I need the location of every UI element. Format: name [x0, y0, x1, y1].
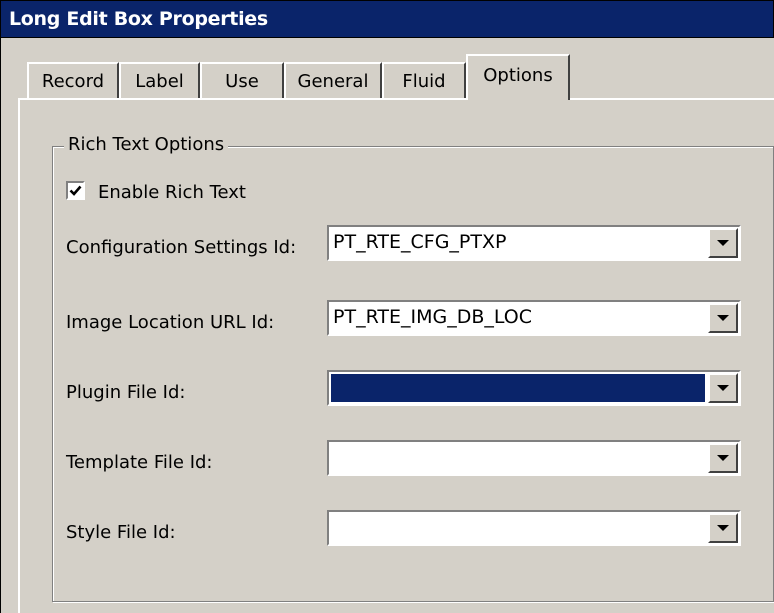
configuration-settings-dropdown[interactable]: PT_RTE_CFG_PTXP [327, 225, 741, 261]
combo-value: PT_RTE_IMG_DB_LOC [333, 306, 533, 328]
combo-value [331, 444, 705, 472]
tab-general[interactable]: General [284, 62, 382, 98]
chevron-down-icon [717, 455, 729, 461]
image-location-url-dropdown[interactable]: PT_RTE_IMG_DB_LOC [327, 300, 741, 336]
chevron-down-icon [717, 240, 729, 246]
dropdown-button[interactable] [708, 513, 738, 543]
plugin-file-label: Plugin File Id: [66, 382, 186, 403]
dropdown-button[interactable] [708, 228, 738, 258]
tab-use[interactable]: Use [200, 62, 284, 98]
tab-label[interactable]: Label [119, 62, 200, 98]
window-titlebar[interactable]: Long Edit Box Properties [0, 0, 774, 38]
template-file-dropdown[interactable] [327, 440, 741, 476]
dropdown-button[interactable] [708, 303, 738, 333]
group-title: Rich Text Options [64, 134, 229, 155]
combo-value: PT_RTE_CFG_PTXP [333, 231, 507, 253]
enable-rich-text-label[interactable]: Enable Rich Text [98, 182, 246, 203]
combo-value [331, 514, 705, 542]
image-location-url-label: Image Location URL Id: [66, 312, 275, 333]
template-file-label: Template File Id: [66, 452, 213, 473]
chevron-down-icon [717, 315, 729, 321]
tab-label: Label [135, 70, 184, 92]
configuration-settings-label: Configuration Settings Id: [66, 237, 297, 258]
chevron-down-icon [717, 525, 729, 531]
dropdown-button[interactable] [708, 443, 738, 473]
window-title: Long Edit Box Properties [9, 8, 268, 30]
combo-value [331, 374, 705, 402]
tab-label: Use [225, 70, 259, 92]
tab-options[interactable]: Options [466, 54, 570, 100]
tab-label: General [297, 70, 369, 92]
style-file-dropdown[interactable] [327, 510, 741, 546]
tab-label: Fluid [402, 70, 446, 92]
check-icon [69, 185, 82, 196]
chevron-down-icon [717, 385, 729, 391]
tab-fluid[interactable]: Fluid [382, 62, 466, 98]
tab-label: Record [41, 70, 105, 92]
enable-rich-text-checkbox[interactable] [66, 181, 85, 200]
tab-record[interactable]: Record [27, 62, 119, 98]
style-file-label: Style File Id: [66, 522, 176, 543]
tab-label: Options [483, 65, 553, 86]
dropdown-button[interactable] [708, 373, 738, 403]
plugin-file-dropdown[interactable] [327, 370, 741, 406]
